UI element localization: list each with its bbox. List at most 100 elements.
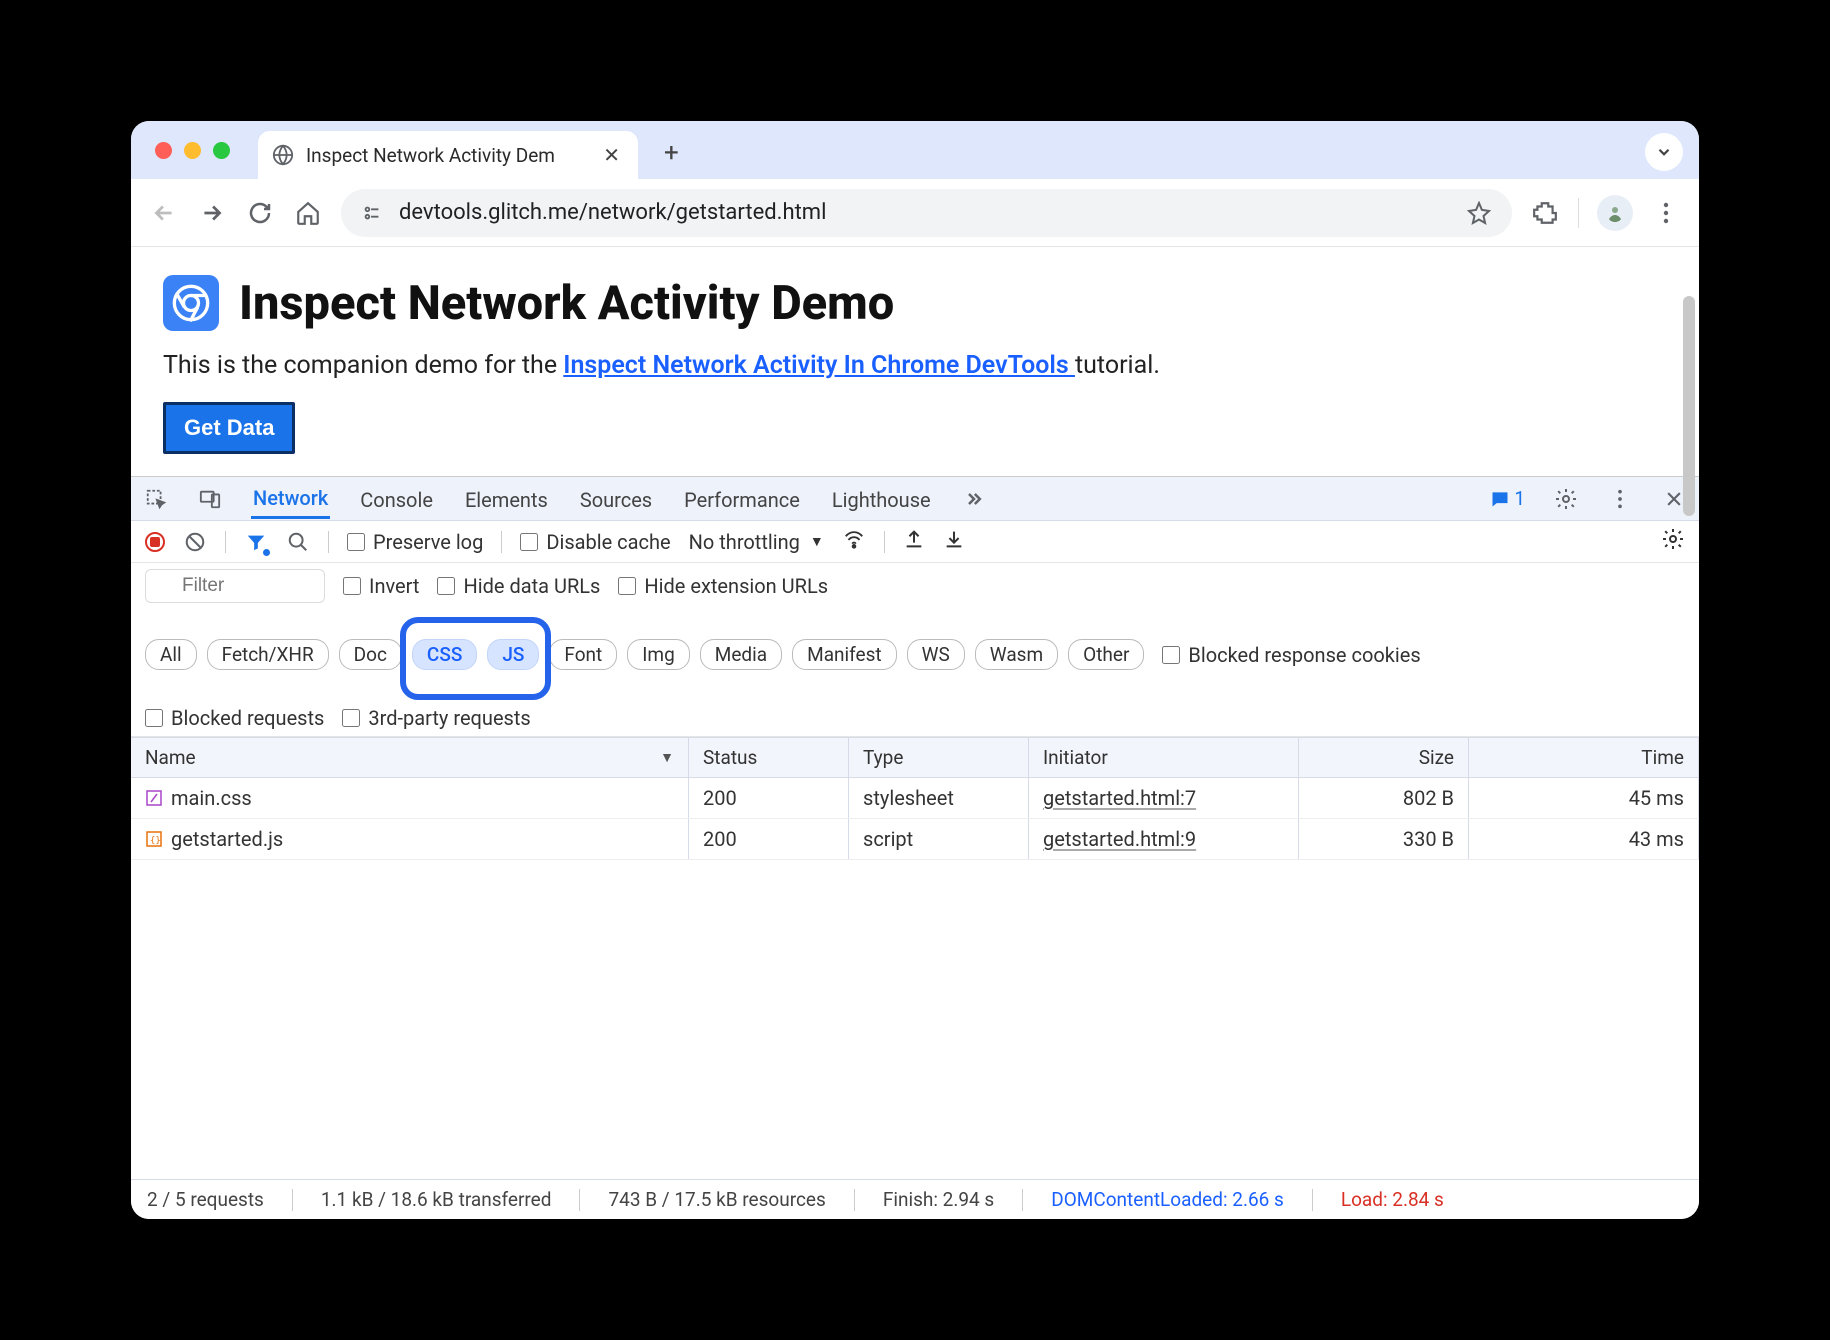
page-content: Inspect Network Activity Demo This is th…	[131, 247, 1699, 476]
browser-tab[interactable]: Inspect Network Activity Dem ✕	[258, 131, 638, 179]
reload-button[interactable]	[245, 198, 275, 228]
footer-dcl: DOMContentLoaded: 2.66 s	[1051, 1188, 1284, 1211]
download-har-icon[interactable]	[943, 528, 965, 555]
svg-text:{}: {}	[150, 836, 161, 846]
invert-checkbox[interactable]: Invert	[343, 574, 419, 598]
chip-css[interactable]: CSS	[412, 639, 477, 670]
column-name[interactable]: Name▼	[131, 738, 689, 777]
file-css-icon	[145, 789, 163, 807]
settings-gear-icon[interactable]	[1553, 486, 1579, 512]
hide-extension-urls-checkbox[interactable]: Hide extension URLs	[618, 574, 828, 598]
new-tab-button[interactable]: +	[648, 138, 695, 168]
maximize-window-button[interactable]	[213, 142, 230, 159]
issues-button[interactable]: 1	[1490, 487, 1525, 510]
network-filter-bar: Invert Hide data URLs Hide extension URL…	[131, 563, 1699, 737]
column-initiator[interactable]: Initiator	[1029, 738, 1299, 777]
minimize-window-button[interactable]	[184, 142, 201, 159]
network-table-header: Name▼ Status Type Initiator Size Time	[131, 738, 1699, 778]
close-tab-button[interactable]: ✕	[599, 143, 624, 167]
forward-button[interactable]	[197, 198, 227, 228]
initiator-link[interactable]: getstarted.html:7	[1043, 786, 1196, 810]
chrome-menu-button[interactable]	[1651, 198, 1681, 228]
column-type[interactable]: Type	[849, 738, 1029, 777]
tutorial-link[interactable]: Inspect Network Activity In Chrome DevTo…	[563, 351, 1075, 380]
clear-button[interactable]	[183, 530, 207, 554]
network-table: Name▼ Status Type Initiator Size Time ma…	[131, 737, 1699, 1179]
chip-font[interactable]: Font	[549, 639, 617, 670]
chip-manifest[interactable]: Manifest	[792, 639, 897, 670]
network-settings-gear-icon[interactable]	[1661, 527, 1685, 556]
page-description: This is the companion demo for the Inspe…	[163, 351, 1667, 380]
extensions-icon[interactable]	[1530, 198, 1560, 228]
devtools-panel: Network Console Elements Sources Perform…	[131, 476, 1699, 1219]
footer-requests: 2 / 5 requests	[147, 1188, 264, 1211]
table-row[interactable]: main.css200stylesheetgetstarted.html:780…	[131, 778, 1699, 819]
inspect-element-icon[interactable]	[143, 486, 169, 512]
blocked-cookies-checkbox[interactable]: Blocked response cookies	[1162, 643, 1420, 667]
filter-toggle-icon[interactable]	[244, 530, 268, 554]
back-button[interactable]	[149, 198, 179, 228]
close-window-button[interactable]	[155, 142, 172, 159]
record-button[interactable]	[145, 532, 165, 552]
filter-input[interactable]	[145, 569, 325, 603]
footer-finish: Finish: 2.94 s	[883, 1188, 994, 1211]
chip-doc[interactable]: Doc	[339, 639, 402, 670]
tab-search-button[interactable]	[1645, 133, 1683, 171]
bookmark-star-icon[interactable]	[1464, 198, 1494, 228]
third-party-checkbox[interactable]: 3rd-party requests	[342, 706, 530, 730]
hide-data-urls-checkbox[interactable]: Hide data URLs	[437, 574, 600, 598]
chrome-logo-icon	[163, 275, 219, 331]
devtools-tab-performance[interactable]: Performance	[682, 480, 802, 518]
devtools-tab-console[interactable]: Console	[358, 480, 435, 518]
chip-fetchxhr[interactable]: Fetch/XHR	[207, 639, 329, 670]
address-bar[interactable]: devtools.glitch.me/network/getstarted.ht…	[341, 189, 1512, 237]
footer-transferred: 1.1 kB / 18.6 kB transferred	[321, 1188, 552, 1211]
tab-title: Inspect Network Activity Dem	[306, 144, 587, 167]
network-status-bar: 2 / 5 requests 1.1 kB / 18.6 kB transfer…	[131, 1179, 1699, 1219]
page-heading: Inspect Network Activity Demo	[239, 276, 894, 331]
chip-media[interactable]: Media	[700, 639, 782, 670]
filter-input-wrap	[145, 569, 325, 603]
upload-har-icon[interactable]	[903, 528, 925, 555]
devtools-tab-bar: Network Console Elements Sources Perform…	[131, 477, 1699, 521]
more-tabs-icon[interactable]	[961, 486, 987, 512]
devtools-tab-network[interactable]: Network	[251, 478, 330, 519]
network-toolbar: Preserve log Disable cache No throttling…	[131, 521, 1699, 563]
profile-avatar[interactable]	[1597, 195, 1633, 231]
initiator-link[interactable]: getstarted.html:9	[1043, 827, 1196, 851]
network-conditions-icon[interactable]	[842, 528, 866, 555]
sort-indicator-icon: ▼	[660, 749, 674, 766]
url-text: devtools.glitch.me/network/getstarted.ht…	[399, 200, 1450, 225]
chip-ws[interactable]: WS	[907, 639, 965, 670]
page-scrollbar[interactable]	[1683, 296, 1695, 516]
browser-window: Inspect Network Activity Dem ✕ + devtool…	[131, 121, 1699, 1219]
traffic-lights	[155, 142, 230, 159]
devtools-tab-sources[interactable]: Sources	[578, 480, 654, 518]
chip-js[interactable]: JS	[487, 639, 539, 670]
resource-type-chips: All Fetch/XHR Doc CSS JS Font Img Media Manifest…	[145, 639, 1144, 670]
search-icon[interactable]	[286, 530, 310, 554]
devtools-menu-icon[interactable]	[1607, 486, 1633, 512]
footer-load: Load: 2.84 s	[1341, 1188, 1444, 1211]
chip-all[interactable]: All	[145, 639, 197, 670]
get-data-button[interactable]: Get Data	[163, 402, 295, 454]
chip-img[interactable]: Img	[627, 639, 690, 670]
column-size[interactable]: Size	[1299, 738, 1469, 777]
file-js-icon: {}	[145, 830, 163, 848]
blocked-requests-checkbox[interactable]: Blocked requests	[145, 706, 324, 730]
column-status[interactable]: Status	[689, 738, 849, 777]
devtools-tab-elements[interactable]: Elements	[463, 480, 550, 518]
browser-toolbar: devtools.glitch.me/network/getstarted.ht…	[131, 179, 1699, 247]
devtools-tab-lighthouse[interactable]: Lighthouse	[830, 480, 933, 518]
home-button[interactable]	[293, 198, 323, 228]
table-row[interactable]: {}getstarted.js200scriptgetstarted.html:…	[131, 819, 1699, 860]
disable-cache-checkbox[interactable]: Disable cache	[520, 530, 670, 554]
footer-resources: 743 B / 17.5 kB resources	[608, 1188, 825, 1211]
chip-other[interactable]: Other	[1068, 639, 1144, 670]
site-info-icon[interactable]	[359, 200, 385, 226]
device-toolbar-icon[interactable]	[197, 486, 223, 512]
preserve-log-checkbox[interactable]: Preserve log	[347, 530, 483, 554]
throttling-dropdown[interactable]: No throttling ▼	[689, 530, 824, 554]
column-time[interactable]: Time	[1469, 738, 1699, 777]
chip-wasm[interactable]: Wasm	[975, 639, 1058, 670]
